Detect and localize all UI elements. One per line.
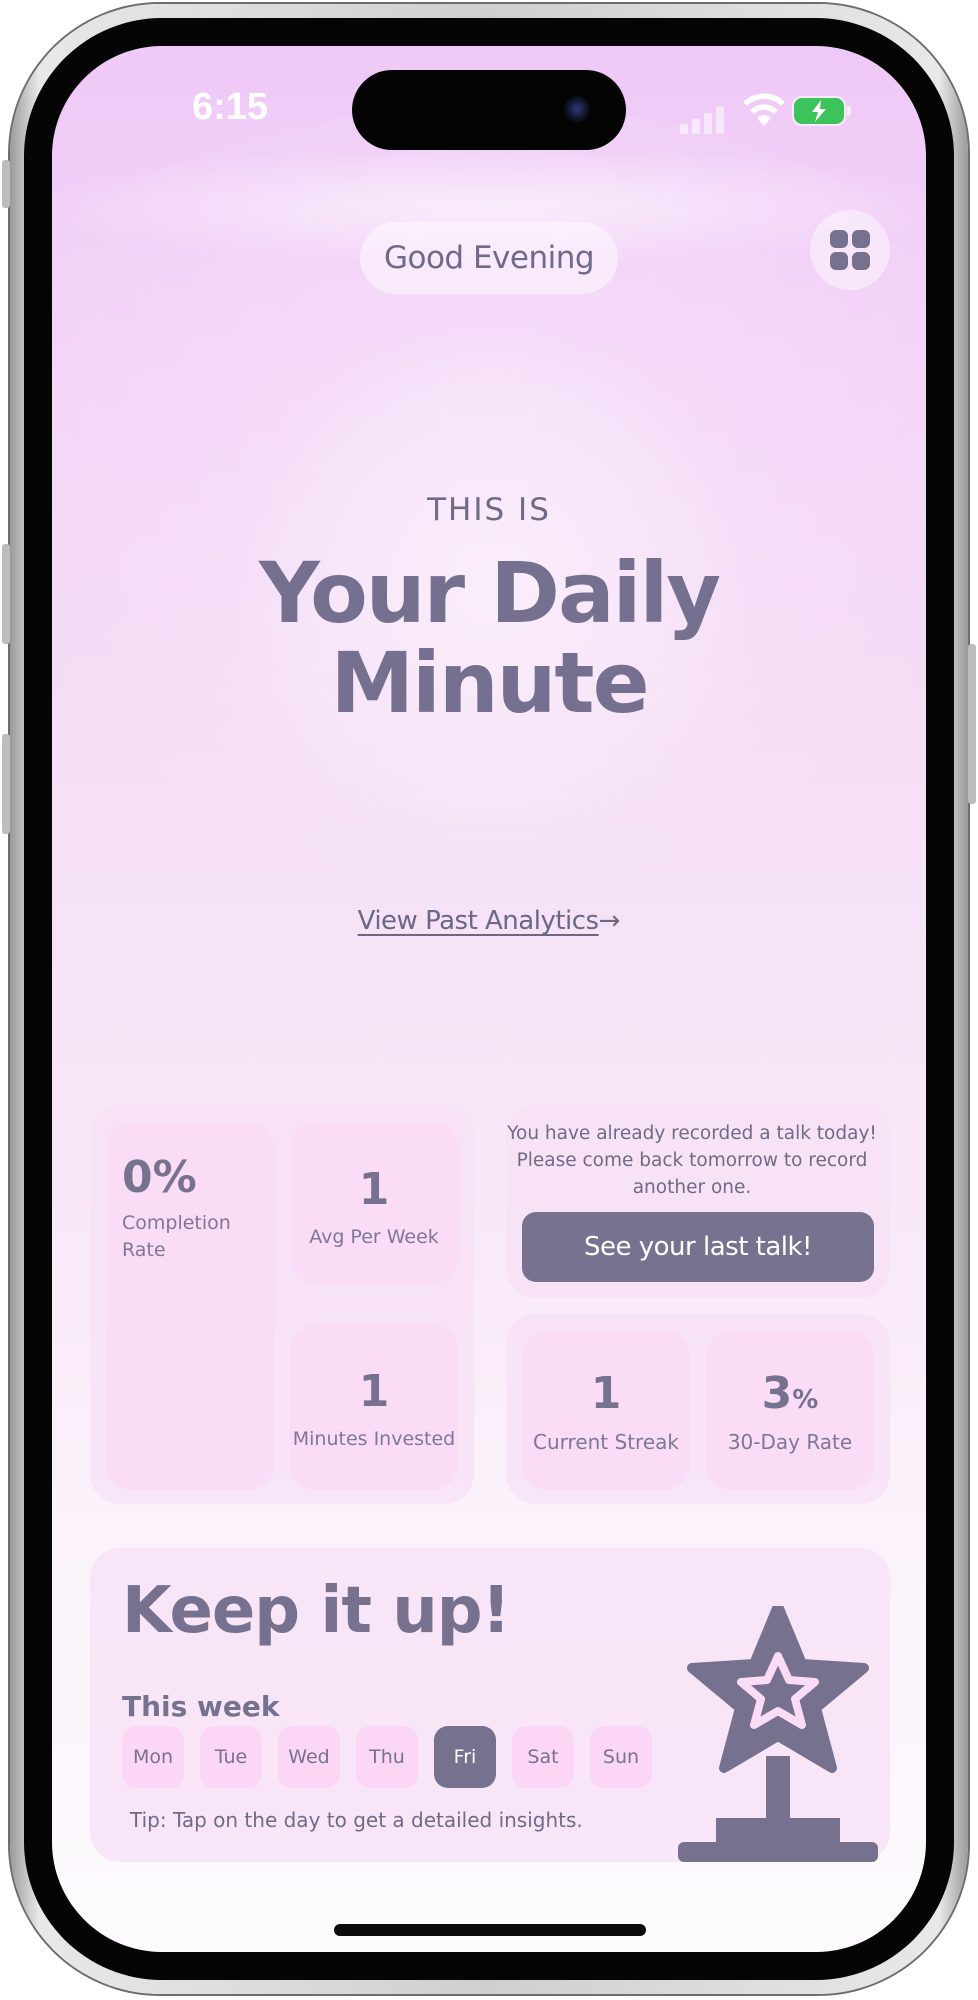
bolt-icon <box>812 100 826 122</box>
dynamic-island <box>352 70 626 150</box>
thirty-day-rate-value: 3% <box>706 1368 874 1419</box>
app-screen: 6:15 Good Evening THIS IS Your Daily Min… <box>52 46 926 1952</box>
greeting-pill: Good Evening <box>360 222 618 294</box>
current-streak-label: Current Streak <box>533 1430 679 1454</box>
day-sat[interactable]: Sat <box>512 1726 574 1788</box>
arrow-right-icon: → <box>598 906 621 936</box>
current-streak-value: 1 <box>590 1368 622 1419</box>
day-sun[interactable]: Sun <box>590 1726 652 1788</box>
hero-title-line-1: Your Daily <box>258 544 721 642</box>
completion-value: 0% <box>122 1152 197 1203</box>
volume-up-button <box>2 544 10 644</box>
menu-grid-icon[interactable] <box>810 210 890 290</box>
status-time: 6:15 <box>191 86 269 128</box>
avg-per-week-label: Avg Per Week <box>309 1226 439 1248</box>
weekly-tip: Tip: Tap on the day to get a detailed in… <box>130 1808 583 1832</box>
volume-down-button <box>2 734 10 834</box>
completion-label: Completion Rate <box>122 1212 231 1261</box>
hero-kicker: THIS IS <box>427 492 551 528</box>
already-recorded-message: You have already recorded a talk today! … <box>507 1123 877 1198</box>
keep-it-up-heading: Keep it up! <box>122 1574 511 1648</box>
day-tue[interactable]: Tue <box>200 1726 262 1788</box>
thirty-day-rate-number: 3 <box>761 1368 793 1419</box>
signal-icon <box>680 104 728 134</box>
trophy-star-icon <box>678 1606 878 1862</box>
thirty-day-rate-label: 30-Day Rate <box>727 1430 853 1454</box>
analytics-link-label: View Past Analytics <box>357 906 599 936</box>
view-past-analytics-link[interactable]: View Past Analytics→ <box>52 906 926 936</box>
thirty-day-rate-unit: % <box>792 1385 819 1415</box>
wifi-icon <box>743 93 785 126</box>
this-week-label: This week <box>122 1690 280 1723</box>
power-button <box>968 644 976 804</box>
day-wed[interactable]: Wed <box>278 1726 340 1788</box>
day-mon[interactable]: Mon <box>122 1726 184 1788</box>
action-button <box>2 160 10 208</box>
avg-per-week-value: 1 <box>358 1164 390 1215</box>
hero-title-line-2: Minute <box>330 634 649 732</box>
hero-title: Your Daily Minute <box>52 548 926 728</box>
day-thu[interactable]: Thu <box>356 1726 418 1788</box>
minutes-invested-label: Minutes Invested <box>292 1428 456 1450</box>
see-last-talk-button[interactable]: See your last talk! <box>522 1212 874 1282</box>
day-fri[interactable]: Fri <box>434 1726 496 1788</box>
home-indicator[interactable] <box>334 1924 646 1936</box>
minutes-invested-value: 1 <box>358 1366 390 1417</box>
